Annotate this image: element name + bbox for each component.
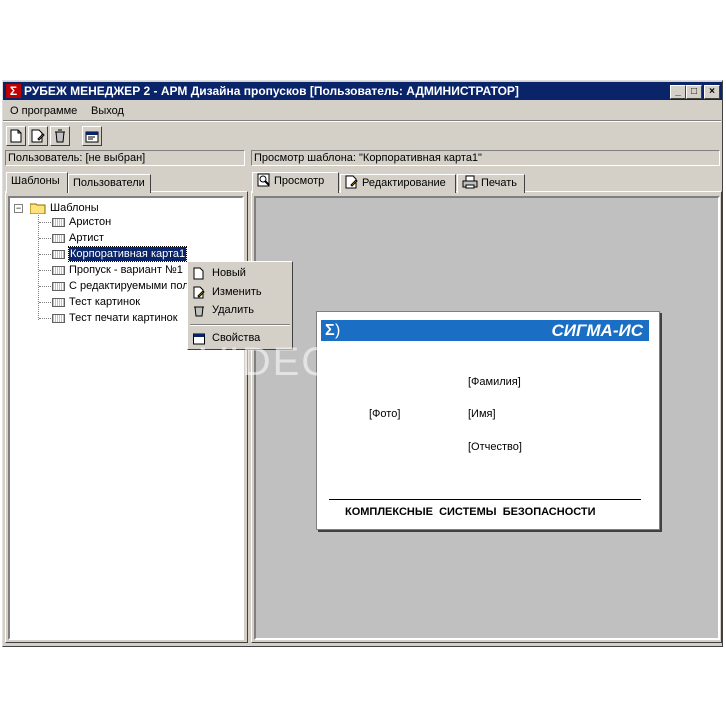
ctx-new[interactable]: Новый <box>188 265 292 282</box>
template-status: Просмотр шаблона: "Корпоративная карта1" <box>251 150 720 166</box>
collapse-toggle[interactable]: − <box>14 204 23 213</box>
photo-field: [Фото] <box>369 408 401 420</box>
tab-edit-label: Редактирование <box>362 177 446 189</box>
menu-exit[interactable]: Выход <box>91 104 124 118</box>
tab-templates[interactable]: Шаблоны <box>6 172 68 193</box>
surname-field: [Фамилия] <box>468 376 521 388</box>
template-icon <box>52 218 65 227</box>
close-button[interactable]: × <box>704 85 720 99</box>
edit-file-icon <box>193 286 205 299</box>
ctx-properties-label: Свойства <box>212 332 261 344</box>
tree-line <box>39 318 51 319</box>
edit-button[interactable] <box>28 126 48 146</box>
tree-item[interactable]: С редактируемыми пол <box>69 279 189 293</box>
tree-line <box>39 286 51 287</box>
tab-preview[interactable]: Просмотр <box>252 172 339 193</box>
pencil-page-icon <box>345 175 358 189</box>
logo-bracket: ) <box>335 322 341 339</box>
edit-file-icon <box>31 129 45 143</box>
tab-preview-label: Просмотр <box>274 175 325 187</box>
trash-icon <box>194 306 204 317</box>
name-field: [Имя] <box>468 408 496 420</box>
new-button[interactable] <box>6 126 26 146</box>
window-title: РУБЕЖ МЕНЕДЖЕР 2 - АРМ Дизайна пропусков… <box>24 84 519 98</box>
ctx-delete-label: Удалить <box>212 304 254 316</box>
ctx-edit[interactable]: Изменить <box>188 284 292 301</box>
menu-about[interactable]: О программе <box>10 104 77 118</box>
tree-line <box>39 254 51 255</box>
tree-line <box>39 238 51 239</box>
ctx-edit-label: Изменить <box>212 286 262 298</box>
ctx-delete[interactable]: Удалить <box>188 302 292 319</box>
trash-icon <box>55 129 65 143</box>
ctx-separator <box>190 324 290 326</box>
properties-button[interactable] <box>82 126 102 146</box>
patronymic-field: [Отчество] <box>468 441 522 453</box>
new-file-icon <box>193 267 204 280</box>
context-menu: Новый Изменить Удалить Свойства <box>187 261 293 350</box>
tree-line <box>39 222 51 223</box>
tree-line <box>39 302 51 303</box>
menu-divider <box>3 120 721 122</box>
user-status: Пользователь: [не выбран] <box>5 150 245 166</box>
brand-name: СИГМА-ИС <box>551 321 643 340</box>
tree-line <box>39 270 51 271</box>
ctx-new-label: Новый <box>212 267 246 279</box>
new-file-icon <box>10 129 22 143</box>
tree-item[interactable]: Пропуск - вариант №1 <box>69 263 183 277</box>
tree-item[interactable]: Артист <box>69 231 104 245</box>
sigma-logo-icon: Σ <box>325 322 335 339</box>
tab-print-label: Печать <box>481 177 518 189</box>
tab-print[interactable]: Печать <box>457 174 525 193</box>
template-icon <box>52 314 65 323</box>
card-divider <box>329 499 641 500</box>
tree-item[interactable]: Тест картинок <box>69 295 140 309</box>
minimize-button[interactable]: _ <box>670 85 686 99</box>
maximize-button[interactable]: □ <box>686 85 702 99</box>
magnifier-icon <box>257 173 270 187</box>
card-slogan: КОМПЛЕКСНЫЕ СИСТЕМЫ БЕЗОПАСНОСТИ <box>345 506 596 518</box>
properties-icon <box>85 131 99 143</box>
properties-icon <box>193 333 205 345</box>
tree-item[interactable]: Тест печати картинок <box>69 311 178 325</box>
template-icon <box>52 250 65 259</box>
template-icon <box>52 234 65 243</box>
template-icon <box>52 298 65 307</box>
ctx-properties[interactable]: Свойства <box>188 330 292 347</box>
tree-root[interactable]: Шаблоны <box>50 201 99 215</box>
template-icon <box>52 282 65 291</box>
tree-item[interactable]: Аристон <box>69 215 111 229</box>
tab-users[interactable]: Пользователи <box>68 174 151 193</box>
tree-line <box>38 215 39 320</box>
template-icon <box>52 266 65 275</box>
tree-item[interactable]: Корпоративная карта1 <box>67 246 188 262</box>
card-preview: Σ ) СИГМА-ИС [Фото] [Фамилия] [Имя] [Отч… <box>316 311 660 530</box>
app-logo-icon: Σ <box>6 84 21 98</box>
tab-edit[interactable]: Редактирование <box>340 174 456 193</box>
folder-icon <box>29 202 46 215</box>
printer-icon <box>462 175 478 189</box>
delete-button[interactable] <box>50 126 70 146</box>
